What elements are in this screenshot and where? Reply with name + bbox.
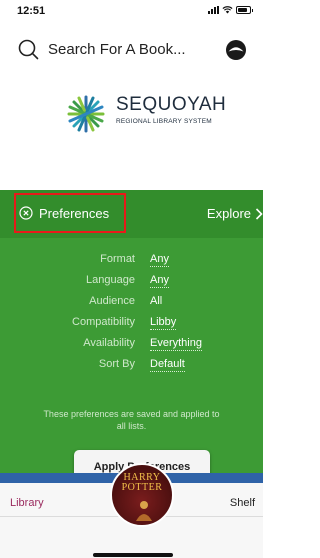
library-logo: SEQUOYAH REGIONAL LIBRARY SYSTEM <box>60 94 230 134</box>
format-label: Format <box>100 253 135 265</box>
language-label: Language <box>86 274 135 286</box>
logo-subtitle: REGIONAL LIBRARY SYSTEM <box>116 118 212 125</box>
cover-title: HARRY POTTER <box>112 473 172 493</box>
preference-row-audience: Audience All <box>0 292 263 313</box>
home-indicator <box>93 553 173 557</box>
search-icon[interactable] <box>17 38 39 60</box>
preference-row-availability: Availability Everything <box>0 334 263 355</box>
sort-by-select[interactable]: Default <box>150 358 185 372</box>
logo-title: SEQUOYAH <box>116 94 227 115</box>
language-select[interactable]: Any <box>150 274 169 288</box>
preference-row-format: Format Any <box>0 250 263 271</box>
preferences-note: These preferences are saved and applied … <box>43 409 220 431</box>
cover-title-line2: POTTER <box>121 482 163 493</box>
preference-row-sort-by: Sort By Default <box>0 355 263 376</box>
audience-select[interactable]: All <box>150 295 162 308</box>
preference-row-compatibility: Compatibility Libby <box>0 313 263 334</box>
status-time: 12:51 <box>17 5 46 17</box>
close-circle-icon <box>19 206 33 220</box>
explore-label: Explore <box>206 206 251 221</box>
signal-icon <box>208 6 219 14</box>
preference-rows: Format Any Language Any Audience All Com… <box>0 250 263 376</box>
preferences-panel: Preferences Explore Format Any Language … <box>0 190 263 484</box>
compatibility-select[interactable]: Libby <box>150 316 177 330</box>
search-bar[interactable]: Search For A Book... <box>0 34 263 66</box>
compatibility-label: Compatibility <box>72 316 135 328</box>
audience-label: Audience <box>89 295 135 307</box>
availability-select[interactable]: Everything <box>150 337 202 351</box>
tab-shelf[interactable]: Shelf <box>230 497 255 509</box>
status-bar: 12:51 <box>0 0 263 24</box>
preference-row-language: Language Any <box>0 271 263 292</box>
format-select[interactable]: Any <box>150 253 169 267</box>
tab-library[interactable]: Library <box>10 497 44 509</box>
chevron-right-icon <box>255 207 263 220</box>
sort-by-label: Sort By <box>98 358 135 370</box>
search-input[interactable]: Search For A Book... <box>48 41 186 58</box>
availability-label: Availability <box>83 337 135 349</box>
panel-header: Preferences Explore <box>0 190 263 238</box>
preferences-label: Preferences <box>39 205 110 221</box>
cover-illustration <box>136 501 152 521</box>
wifi-icon <box>222 6 233 14</box>
preferences-toggle-button[interactable]: Preferences <box>14 193 126 233</box>
current-book-cover[interactable]: HARRY POTTER <box>110 463 174 527</box>
status-icons <box>208 6 253 14</box>
logo-leaf-icon <box>67 95 105 133</box>
account-icon[interactable] <box>225 39 247 61</box>
battery-icon <box>236 6 253 14</box>
explore-link[interactable]: Explore <box>207 206 263 221</box>
